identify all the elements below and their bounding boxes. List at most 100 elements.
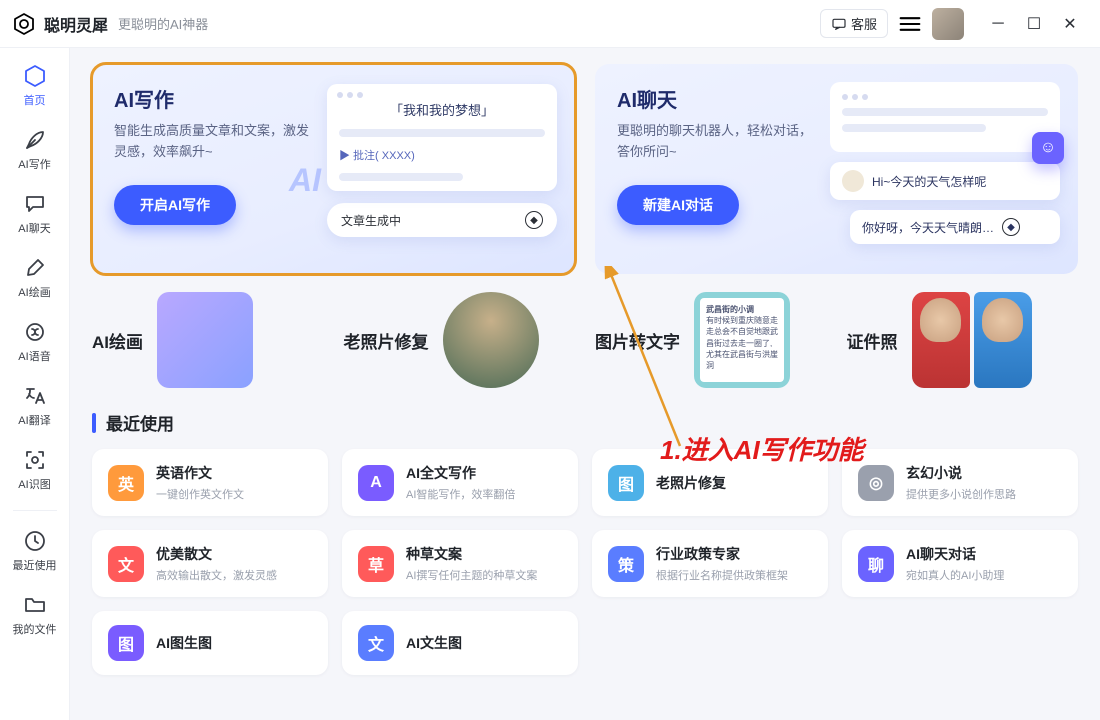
sidebar: 首页 AI写作 AI聊天 AI绘画 AI语音 AI翻译 AI识图 最 [0, 48, 70, 720]
recent-card[interactable]: AAI全文写作AI智能写作，效率翻倍 [342, 449, 578, 516]
hero-desc: 更聪明的聊天机器人，轻松对话，答你所问~ [617, 121, 817, 163]
recent-icon: A [358, 465, 394, 501]
maximize-button[interactable]: ☐ [1020, 10, 1048, 38]
recent-card[interactable]: 文优美散文高效输出散文，激发灵感 [92, 530, 328, 597]
recent-subtitle: 宛如真人的AI小助理 [906, 567, 1004, 583]
thumb-ocr: 武昌街的小调有时候到重庆随意走走总会不自觉地跟武昌街过去走一圈了,尤其在武昌街与… [694, 292, 790, 388]
recent-card[interactable]: 图AI图生图 [92, 611, 328, 675]
support-button[interactable]: 客服 [820, 9, 888, 38]
recent-icon: 文 [108, 546, 144, 582]
sidebar-item-audio[interactable]: AI语音 [5, 312, 65, 372]
recent-icon: 图 [608, 465, 644, 501]
app-logo-icon [12, 12, 36, 36]
minimize-button[interactable]: ─ [984, 10, 1012, 38]
recent-card[interactable]: ◎ 玄幻小说提供更多小说创作思路 [842, 449, 1078, 516]
recent-title: AI文生图 [406, 633, 462, 653]
sidebar-item-label: AI绘画 [18, 284, 50, 300]
tool-title: 图片转文字 [595, 328, 680, 353]
recent-title: 最近使用 [106, 410, 174, 435]
recent-title: 种草文案 [406, 544, 537, 564]
app-subtitle: 更聪明的AI神器 [118, 14, 208, 33]
hero-desc: 智能生成高质量文章和文案，激发灵感，效率飙升~ [114, 121, 314, 163]
recent-card[interactable]: 草种草文案 AI撰写任何主题的种草文案 [342, 530, 578, 597]
brush-icon [23, 256, 47, 280]
sidebar-item-chat[interactable]: AI聊天 [5, 184, 65, 244]
chat-bubble-user: Hi~今天的天气怎样呢 [872, 173, 986, 190]
thumb-restore [443, 292, 539, 388]
recent-icon: ◎ [858, 465, 894, 501]
history-icon [23, 529, 47, 553]
recent-subtitle: 提供更多小说创作思路 [906, 486, 1016, 502]
translate-icon [23, 384, 47, 408]
recent-title: 玄幻小说 [906, 463, 1016, 483]
sidebar-item-draw[interactable]: AI绘画 [5, 248, 65, 308]
support-label: 客服 [851, 14, 877, 33]
recent-card[interactable]: 英英语作文一键创作英文作文 [92, 449, 328, 516]
recent-grid: 英英语作文一键创作英文作文AAI全文写作AI智能写作，效率翻倍图老照片修复◎玄幻… [92, 449, 1078, 675]
thumb-ai-art [157, 292, 253, 388]
folder-icon [23, 593, 47, 617]
new-chat-button[interactable]: 新建AI对话 [617, 185, 739, 225]
sidebar-item-ocr[interactable]: AI识图 [5, 440, 65, 500]
chat-bubble-ai: 你好呀，今天天气晴朗… [862, 219, 994, 236]
sidebar-item-translate[interactable]: AI翻译 [5, 376, 65, 436]
sidebar-item-label: AI写作 [18, 156, 50, 172]
ai-badge-icon: AI [289, 162, 321, 199]
main-content: AI写作 智能生成高质量文章和文案，激发灵感，效率飙升~ 开启AI写作 「我和我… [70, 48, 1100, 720]
recent-heading: 最近使用 [92, 410, 1078, 435]
sidebar-item-label: AI识图 [18, 476, 50, 492]
avatar[interactable] [932, 8, 964, 40]
recent-title: AI图生图 [156, 633, 212, 653]
audio-icon [23, 320, 47, 344]
recent-subtitle: 高效输出散文，激发灵感 [156, 567, 277, 583]
tool-title: 老照片修复 [344, 328, 429, 353]
recent-title: 优美散文 [156, 544, 277, 564]
recent-icon: 聊 [858, 546, 894, 582]
recent-card[interactable]: 聊 AI聊天对话宛如真人的AI小助理 [842, 530, 1078, 597]
menu-icon[interactable] [896, 10, 924, 38]
recent-card[interactable]: 图老照片修复 [592, 449, 828, 516]
recent-icon: 策 [608, 546, 644, 582]
recent-title: AI全文写作 [406, 463, 515, 483]
tool-title: AI绘画 [92, 328, 143, 353]
tool-photo-restore[interactable]: 老照片修复 [344, 292, 576, 388]
recent-subtitle: 根据行业名称提供政策框架 [656, 567, 788, 583]
recent-title: 英语作文 [156, 463, 244, 483]
brand-mini-icon: ◆ [525, 211, 543, 229]
recent-subtitle: AI撰写任何主题的种草文案 [406, 567, 537, 583]
sidebar-item-recent[interactable]: 最近使用 [5, 521, 65, 581]
writing-mock: 「我和我的梦想」 ▶ 批注( XXXX) AI 文章生成中 ◆ [327, 84, 557, 237]
scan-icon [23, 448, 47, 472]
hero-card-writing[interactable]: AI写作 智能生成高质量文章和文案，激发灵感，效率飙升~ 开启AI写作 「我和我… [92, 64, 575, 274]
sidebar-item-files[interactable]: 我的文件 [5, 585, 65, 645]
recent-card[interactable]: 文 AI文生图 [342, 611, 578, 675]
thumb-idphoto [912, 292, 1032, 388]
tool-ai-draw[interactable]: AI绘画 [92, 292, 324, 388]
titlebar: 聪明灵犀 更聪明的AI神器 客服 ─ ☐ ✕ [0, 0, 1100, 48]
sidebar-item-home[interactable]: 首页 [5, 56, 65, 116]
close-button[interactable]: ✕ [1056, 10, 1084, 38]
hero-card-chat[interactable]: AI聊天 更聪明的聊天机器人，轻松对话，答你所问~ 新建AI对话 ☺ Hi~今天… [595, 64, 1078, 274]
recent-icon: 文 [358, 625, 394, 661]
app-name: 聪明灵犀 [44, 12, 108, 36]
tool-title: 证件照 [847, 328, 898, 353]
recent-subtitle: 一键创作英文作文 [156, 486, 244, 502]
chat-mock: ☺ Hi~今天的天气怎样呢 你好呀，今天天气晴朗…◆ [830, 82, 1060, 244]
mock-note: ▶ 批注( XXXX) [339, 147, 545, 163]
recent-title: AI聊天对话 [906, 544, 1004, 564]
sidebar-item-label: AI聊天 [18, 220, 50, 236]
recent-title: 行业政策专家 [656, 544, 788, 564]
sidebar-item-label: 我的文件 [13, 621, 57, 637]
recent-icon: 草 [358, 546, 394, 582]
generation-status: 文章生成中 [341, 212, 401, 229]
start-writing-button[interactable]: 开启AI写作 [114, 185, 236, 225]
sidebar-item-label: 最近使用 [13, 557, 57, 573]
tool-id-photo[interactable]: 证件照 [847, 292, 1079, 388]
recent-card[interactable]: 策行业政策专家根据行业名称提供政策框架 [592, 530, 828, 597]
sidebar-item-label: AI翻译 [18, 412, 50, 428]
tool-ocr[interactable]: 图片转文字 武昌街的小调有时候到重庆随意走走总会不自觉地跟武昌街过去走一圈了,尤… [595, 292, 827, 388]
sidebar-item-label: 首页 [24, 92, 46, 108]
sidebar-item-writing[interactable]: AI写作 [5, 120, 65, 180]
quill-icon [23, 128, 47, 152]
sidebar-item-label: AI语音 [18, 348, 50, 364]
